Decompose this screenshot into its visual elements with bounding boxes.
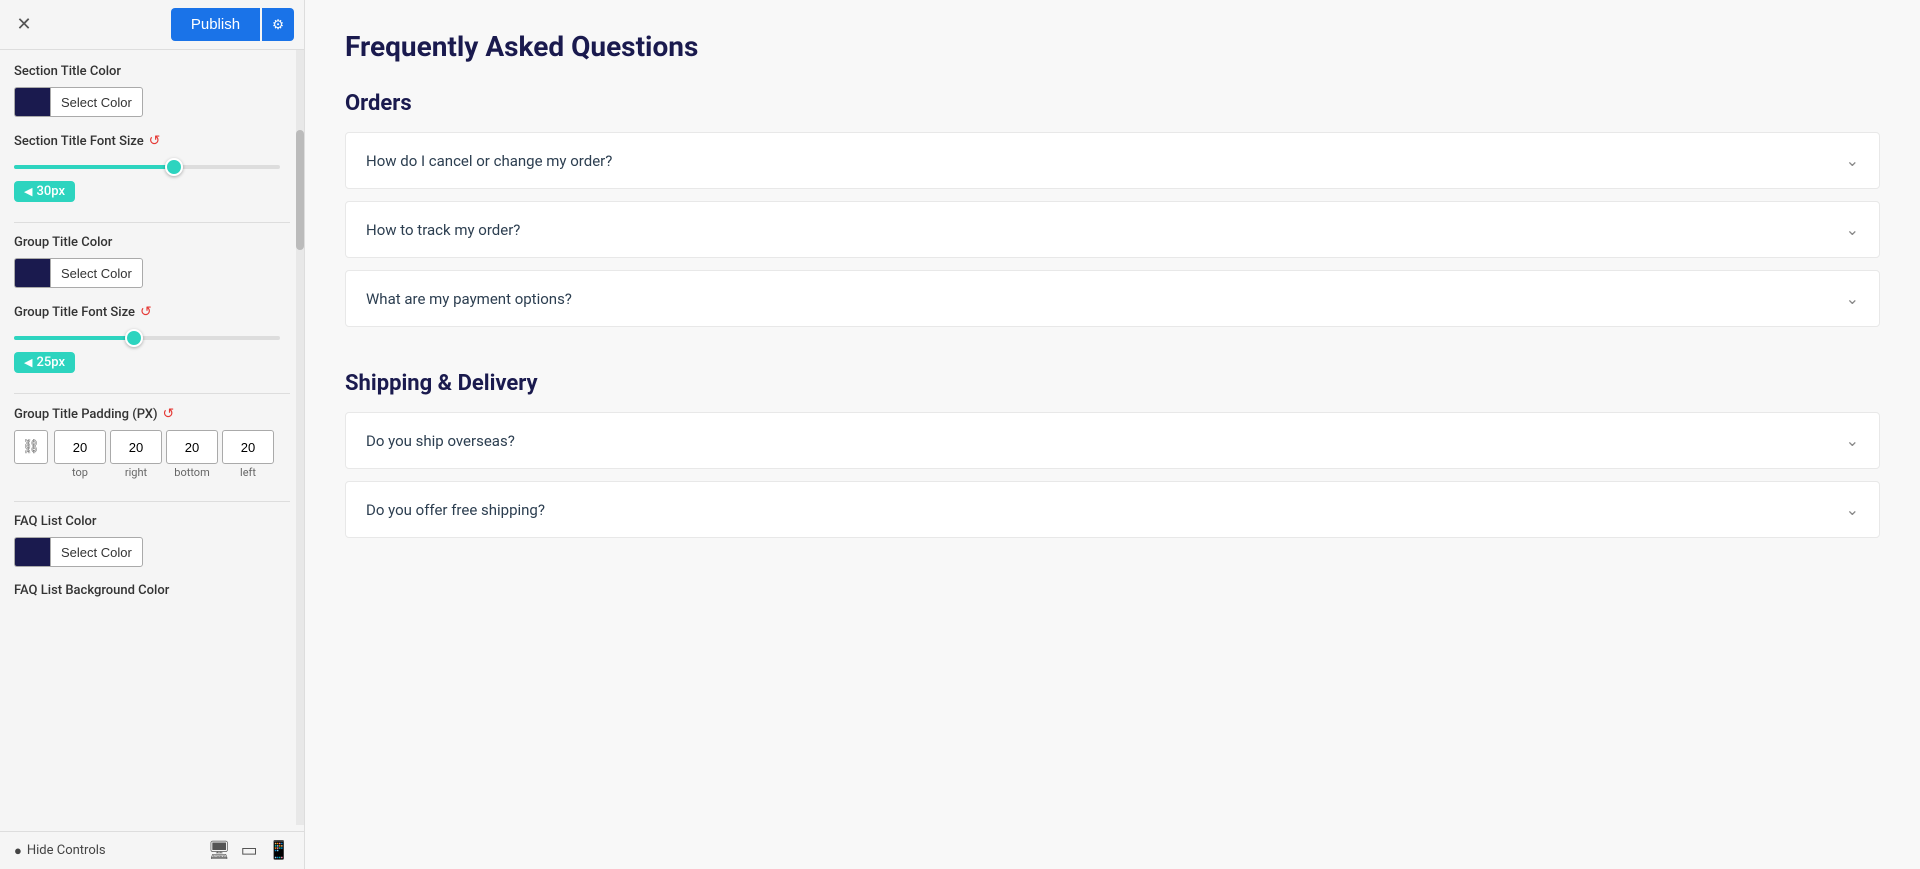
gear-icon: ⚙	[272, 17, 284, 33]
publish-group: Publish ⚙	[171, 8, 294, 41]
section-title-color-button[interactable]: Select Color	[50, 87, 143, 117]
faq-question: How to track my order?	[366, 221, 520, 239]
section-title-fontsize-badge-row: ◀ 30px	[14, 181, 290, 202]
group-title-color-label: Group Title Color	[14, 235, 290, 250]
padding-top-input[interactable]	[54, 430, 106, 464]
padding-bottom-label: bottom	[174, 466, 209, 479]
close-button[interactable]: ✕	[10, 11, 38, 39]
chevron-down-icon: ⌄	[1846, 151, 1859, 170]
padding-right-field: right	[110, 430, 162, 479]
faq-list-color-label: FAQ List Color	[14, 514, 290, 529]
publish-button[interactable]: Publish	[171, 8, 260, 41]
padding-top-field: top	[54, 430, 106, 479]
padding-inputs: top right bottom left	[54, 430, 274, 479]
faq-list-color-button[interactable]: Select Color	[50, 537, 143, 567]
section-title-color-control: Select Color	[14, 87, 290, 117]
section-title-fontsize-label: Section Title Font Size ↺	[14, 133, 290, 149]
divider-1	[14, 222, 290, 223]
section-title-color-label: Section Title Color	[14, 64, 290, 79]
section-title-color-swatch[interactable]	[14, 87, 50, 117]
circle-icon: ●	[14, 843, 22, 859]
group-title-fontsize-slider[interactable]	[14, 328, 290, 344]
padding-right-input[interactable]	[110, 430, 162, 464]
top-bar: ✕ Publish ⚙	[0, 0, 304, 50]
divider-2	[14, 393, 290, 394]
group-title-fontsize-badge: ◀ 25px	[14, 352, 75, 373]
link-icon[interactable]: ⛓	[14, 430, 48, 464]
faq-list-color-swatch[interactable]	[14, 537, 50, 567]
padding-bottom-field: bottom	[166, 430, 218, 479]
bottom-bar: ● Hide Controls 🖥 ▭ 📱	[0, 831, 304, 869]
faq-group-orders-title: Orders	[345, 91, 1880, 116]
group-title-fontsize-label: Group Title Font Size ↺	[14, 304, 290, 320]
padding-bottom-input[interactable]	[166, 430, 218, 464]
tablet-icon[interactable]: ▭	[241, 840, 258, 861]
faq-item[interactable]: What are my payment options? ⌄	[345, 270, 1880, 327]
group-title-color-swatch[interactable]	[14, 258, 50, 288]
group-title-fontsize-reset[interactable]: ↺	[140, 304, 152, 320]
faq-question: Do you offer free shipping?	[366, 501, 545, 519]
divider-3	[14, 501, 290, 502]
padding-left-label: left	[240, 466, 256, 479]
section-title-fontsize-reset[interactable]: ↺	[149, 133, 161, 149]
group-title-padding-label: Group Title Padding (PX) ↺	[14, 406, 290, 422]
group-title-color-control: Select Color	[14, 258, 290, 288]
section-title-fontsize-slider[interactable]	[14, 157, 290, 173]
scrollbar-thumb[interactable]	[296, 130, 304, 250]
faq-item[interactable]: Do you ship overseas? ⌄	[345, 412, 1880, 469]
faq-group-shipping: Shipping & Delivery Do you ship overseas…	[345, 371, 1880, 538]
faq-question: What are my payment options?	[366, 290, 572, 308]
mobile-icon[interactable]: 📱	[268, 840, 290, 861]
right-panel: Frequently Asked Questions Orders How do…	[305, 0, 1920, 869]
faq-question: Do you ship overseas?	[366, 432, 515, 450]
left-panel: ✕ Publish ⚙ Section Title Color Select C…	[0, 0, 305, 869]
device-icons: 🖥 ▭ 📱	[208, 840, 290, 861]
scrollbar-track	[296, 50, 304, 825]
controls-body: Section Title Color Select Color Section…	[0, 50, 304, 831]
padding-left-field: left	[222, 430, 274, 479]
left-arrow-icon-2: ◀	[24, 356, 32, 369]
faq-item[interactable]: Do you offer free shipping? ⌄	[345, 481, 1880, 538]
padding-control: ⛓ top right bottom left	[14, 430, 290, 479]
group-title-color-button[interactable]: Select Color	[50, 258, 143, 288]
padding-right-label: right	[125, 466, 147, 479]
faq-group-orders: Orders How do I cancel or change my orde…	[345, 91, 1880, 327]
group-title-fontsize-badge-row: ◀ 25px	[14, 352, 290, 373]
section-spacer	[345, 347, 1880, 363]
chevron-down-icon: ⌄	[1846, 500, 1859, 519]
chevron-down-icon: ⌄	[1846, 431, 1859, 450]
padding-left-input[interactable]	[222, 430, 274, 464]
settings-button[interactable]: ⚙	[262, 8, 294, 41]
faq-item[interactable]: How to track my order? ⌄	[345, 201, 1880, 258]
faq-question: How do I cancel or change my order?	[366, 152, 612, 170]
faq-group-shipping-title: Shipping & Delivery	[345, 371, 1880, 396]
hide-controls-button[interactable]: ● Hide Controls	[14, 843, 106, 859]
faq-page-title: Frequently Asked Questions	[345, 30, 1880, 63]
faq-list-color-control: Select Color	[14, 537, 290, 567]
faq-item[interactable]: How do I cancel or change my order? ⌄	[345, 132, 1880, 189]
desktop-icon[interactable]: 🖥	[208, 840, 231, 861]
left-arrow-icon: ◀	[24, 185, 32, 198]
padding-top-label: top	[72, 466, 88, 479]
section-title-fontsize-badge: ◀ 30px	[14, 181, 75, 202]
group-title-padding-reset[interactable]: ↺	[163, 406, 175, 422]
chevron-down-icon: ⌄	[1846, 289, 1859, 308]
faq-list-bg-color-label: FAQ List Background Color	[14, 583, 290, 598]
chevron-down-icon: ⌄	[1846, 220, 1859, 239]
